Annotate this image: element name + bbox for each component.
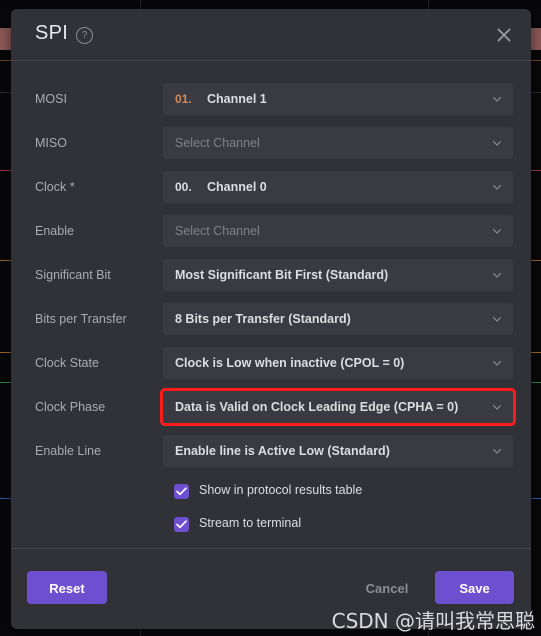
select-value: Clock is Low when inactive (CPOL = 0) xyxy=(175,356,405,370)
select-significant-bit[interactable]: Most Significant Bit First (Standard) xyxy=(163,259,513,291)
chevron-down-icon xyxy=(492,226,502,236)
field-row-clock: Clock * 00. Channel 0 xyxy=(11,171,531,203)
chevron-down-icon xyxy=(492,270,502,280)
chevron-down-icon xyxy=(492,138,502,148)
checkbox-icon[interactable] xyxy=(174,484,189,499)
field-row-significant-bit: Significant Bit Most Significant Bit Fir… xyxy=(11,259,531,291)
chevron-down-icon xyxy=(492,182,502,192)
field-row-enable-line: Enable Line Enable line is Active Low (S… xyxy=(11,435,531,467)
field-label: Clock Phase xyxy=(35,400,106,414)
close-icon[interactable] xyxy=(491,22,517,48)
field-row-mosi: MOSI 01. Channel 1 xyxy=(11,83,531,115)
field-row-clock-phase: Clock Phase Data is Valid on Clock Leadi… xyxy=(11,388,531,426)
select-clock-phase[interactable]: Data is Valid on Clock Leading Edge (CPH… xyxy=(160,388,516,426)
field-label: Enable xyxy=(35,224,74,238)
checkbox-label: Stream to terminal xyxy=(199,516,302,530)
select-clock-state[interactable]: Clock is Low when inactive (CPOL = 0) xyxy=(163,347,513,379)
field-row-clock-state: Clock State Clock is Low when inactive (… xyxy=(11,347,531,379)
field-label: MISO xyxy=(35,136,67,150)
field-row-bits-per-transfer: Bits per Transfer 8 Bits per Transfer (S… xyxy=(11,303,531,335)
checkbox-label: Show in protocol results table xyxy=(199,483,363,497)
select-value: Enable line is Active Low (Standard) xyxy=(175,444,390,458)
field-label: Significant Bit xyxy=(35,268,111,282)
select-miso[interactable]: Select Channel xyxy=(163,127,513,159)
field-label: Bits per Transfer xyxy=(35,312,127,326)
select-bits-per-transfer[interactable]: 8 Bits per Transfer (Standard) xyxy=(163,303,513,335)
chevron-down-icon xyxy=(492,314,502,324)
select-value: Data is Valid on Clock Leading Edge (CPH… xyxy=(175,400,459,414)
select-placeholder: Select Channel xyxy=(175,224,260,238)
reset-button[interactable]: Reset xyxy=(27,571,107,604)
select-value: 8 Bits per Transfer (Standard) xyxy=(175,312,351,326)
spi-settings-dialog: SPI ? MOSI 01. Channel 1 MISO Select Cha… xyxy=(11,9,531,629)
select-placeholder: Select Channel xyxy=(175,136,260,150)
page-title: SPI xyxy=(35,22,69,44)
cancel-button[interactable]: Cancel xyxy=(356,571,418,604)
chevron-down-icon xyxy=(492,358,502,368)
field-label: Clock State xyxy=(35,356,99,370)
select-enable[interactable]: Select Channel xyxy=(163,215,513,247)
background-top-bar xyxy=(0,0,541,9)
chevron-down-icon xyxy=(492,94,502,104)
select-value: Channel 1 xyxy=(207,92,267,106)
select-value: Channel 0 xyxy=(207,180,267,194)
help-icon[interactable]: ? xyxy=(76,27,93,44)
select-mosi[interactable]: 01. Channel 1 xyxy=(163,83,513,115)
field-label: MOSI xyxy=(35,92,67,106)
field-label: Enable Line xyxy=(35,444,102,458)
channel-index-prefix: 01. xyxy=(175,92,192,106)
checkbox-icon[interactable] xyxy=(174,517,189,532)
screen-root: SPI ? MOSI 01. Channel 1 MISO Select Cha… xyxy=(0,0,541,636)
field-label: Clock * xyxy=(35,180,75,194)
channel-index-prefix: 00. xyxy=(175,180,192,194)
dialog-footer: Reset Cancel Save xyxy=(11,548,531,629)
field-row-miso: MISO Select Channel xyxy=(11,127,531,159)
select-value: Most Significant Bit First (Standard) xyxy=(175,268,389,282)
field-row-enable: Enable Select Channel xyxy=(11,215,531,247)
dialog-body: MOSI 01. Channel 1 MISO Select Channel C… xyxy=(11,61,531,548)
dialog-header: SPI ? xyxy=(11,9,531,61)
select-clock[interactable]: 00. Channel 0 xyxy=(163,171,513,203)
save-button[interactable]: Save xyxy=(435,571,514,604)
select-enable-line[interactable]: Enable line is Active Low (Standard) xyxy=(163,435,513,467)
chevron-down-icon xyxy=(492,446,502,456)
chevron-down-icon xyxy=(492,402,502,412)
